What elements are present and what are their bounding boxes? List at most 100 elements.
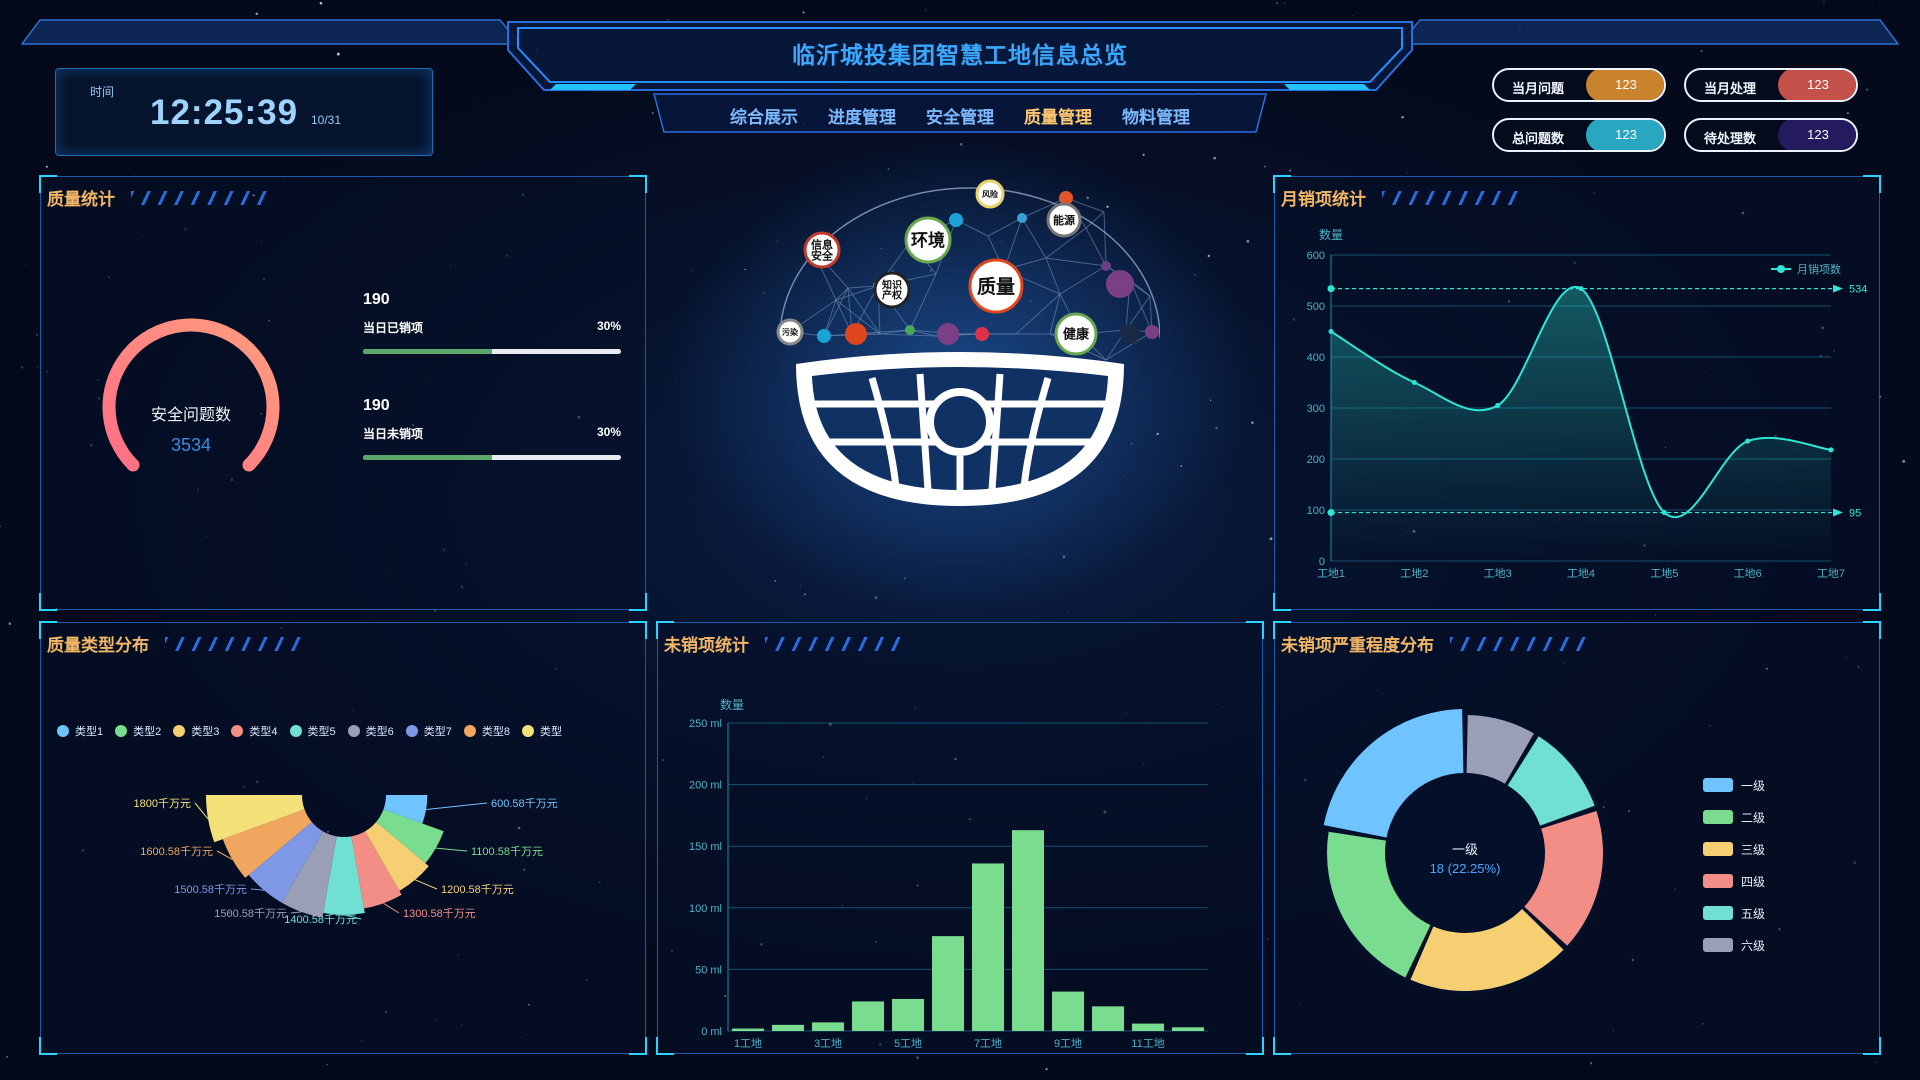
network-node-label: 风险 [982,189,999,199]
progress-track [363,455,621,460]
data-point [1328,329,1334,334]
legend-item[interactable]: 类型2 [115,723,161,739]
progress-track [363,349,621,354]
progress-label: 当日已销项 [363,321,424,335]
label-leader [426,802,488,810]
gauge-label: 安全问题数 [150,407,231,424]
x-tick-label: 7工地 [974,1037,1002,1050]
y-tick-label: 250 ml [689,718,722,730]
legend-label: 五级 [1741,906,1766,921]
legend-item[interactable]: 四级 [1703,865,1765,897]
stat-pill: 总问题数 123 [1492,118,1666,152]
bar [772,1024,804,1031]
y-tick-label: 100 [1307,505,1325,517]
y-axis-title: 数量 [1319,227,1343,242]
legend-dot [57,725,69,737]
x-tick-label: 工地3 [1484,567,1512,580]
legend-swatch [1703,906,1733,920]
stat-pill: 待处理数 123 [1684,118,1858,152]
network-dot [817,329,831,343]
nav-tab[interactable]: 物料管理 [1122,103,1190,128]
network-dot [1106,270,1134,298]
nav-tab[interactable]: 进度管理 [828,103,896,128]
shield-bowl-icon [796,352,1124,506]
legend-item[interactable]: 类型 [522,723,562,739]
clock-panel: 时间 12:25:39 10/31 [55,68,433,156]
slice-label: 1600.58千万元 [140,845,213,858]
label-leader [435,847,468,852]
network-dot [1120,324,1140,344]
clock-date: 10/31 [311,113,342,127]
bar [932,936,964,1031]
x-tick-label: 工地1 [1317,567,1345,580]
nav-tab[interactable]: 质量管理 [1024,103,1092,128]
nav-tab[interactable]: 安全管理 [926,103,994,128]
x-tick-label: 工地7 [1817,567,1845,580]
legend-label: 类型1 [75,726,104,738]
x-tick-label: 11工地 [1131,1037,1164,1050]
unclosed-panel: 未销项统计 数量 0 ml 50 ml 100 ml 150 ml 200 ml 250 m… [656,621,1264,1055]
legend-item[interactable]: 类型8 [463,723,510,739]
legend-item[interactable]: 五级 [1703,897,1765,929]
x-tick-label: 工地5 [1650,567,1678,580]
progress-label: 当日未销项 [363,427,424,441]
slice-label: 1300.58千万元 [403,907,476,920]
legend-item[interactable]: 一级 [1703,769,1765,801]
legend-item[interactable]: 三级 [1703,833,1765,865]
stat-label: 总问题数 [1512,131,1565,146]
legend-item[interactable]: 六级 [1703,929,1765,961]
panel-title: 未销项严重程度分布 [1281,631,1590,656]
legend-swatch [1703,810,1733,824]
y-axis-title: 数量 [720,697,744,712]
donut-center-label: 一级 [1451,842,1478,857]
panel-title: 未销项统计 [664,631,905,656]
line-area [1331,286,1831,561]
legend-dot [463,725,476,737]
type-panel: 质量类型分布 类型1 类型2 类型3 类型4 类型5 类型6 类型7 类型8 类型 600.58… [39,621,647,1055]
legend-label: 六级 [1741,938,1766,953]
legend-item[interactable]: 类型1 [57,723,103,739]
network-node-label: 质量 [977,276,1015,298]
legend-item[interactable]: 类型4 [231,723,278,739]
legend-item[interactable]: 二级 [1703,801,1765,833]
center-network-graphic: 环境质量信息安全知识产权健康能源风险污染 [776,179,1160,506]
data-point [1828,447,1834,453]
y-tick-label: 150 ml [689,841,722,853]
stat-value: 123 [1586,120,1664,150]
x-tick-label: 工地4 [1567,567,1595,580]
network-node-label: 能源 [1053,213,1075,227]
progress-fill [363,455,492,460]
legend-item[interactable]: 类型6 [347,723,394,739]
monthly-line-chart: 数量 0 100 200 300 400 500 600 工地1 工地2 工地3 工地4 工地5 工地6 工… [1307,227,1868,580]
y-tick-label: 400 [1307,352,1325,364]
legend-item[interactable]: 类型5 [289,723,336,739]
network-dot [845,323,867,345]
slice-label: 600.58千万元 [491,797,558,810]
data-point [1495,402,1501,408]
bar [1172,1027,1204,1031]
nav-tab[interactable]: 综合展示 [730,103,798,128]
legend-label: 类型8 [481,726,510,738]
legend-label: 类型7 [423,726,452,738]
legend-dot [115,725,128,737]
page-title: 临沂城投集团智慧工地信息总览 [792,42,1128,68]
gauge-value: 3534 [170,435,212,455]
network-dot [949,213,963,227]
y-tick-label: 200 ml [689,780,722,792]
bar [1092,1006,1124,1031]
data-point [1411,380,1417,385]
label-leader [250,888,265,891]
donut-center-value: 18 (22.25%) [1429,861,1501,876]
legend-item[interactable]: 类型7 [405,723,452,739]
y-tick-label: 300 [1307,403,1325,415]
label-leader [414,879,438,890]
x-tick-label: 工地2 [1400,567,1428,580]
slice-label: 1500.58千万元 [214,907,287,920]
legend-item[interactable]: 类型3 [173,723,219,739]
stat-label: 当月处理 [1704,81,1757,96]
network-node-label: 污染 [782,327,799,337]
network-dot [1101,261,1111,271]
severity-legend: 一级 二级 三级 四级五级六级 [1703,769,1765,961]
stat-pill: 当月问题 123 [1492,68,1666,102]
bar [812,1022,844,1031]
